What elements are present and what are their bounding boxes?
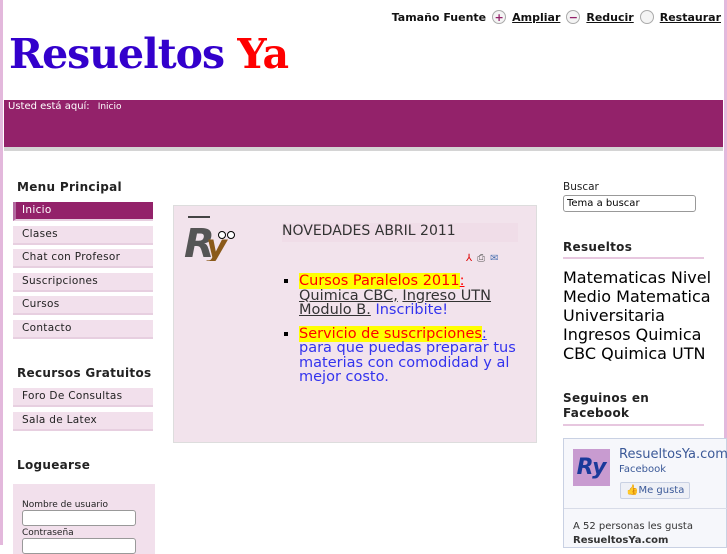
link-ingresos[interactable]: Ingresos bbox=[563, 325, 631, 344]
reset-icon[interactable] bbox=[639, 10, 654, 24]
article-actions: ⅄ ⎙ ✉ bbox=[466, 253, 499, 264]
fb-like-count: A 52 personas les gusta bbox=[573, 521, 693, 532]
menu-item-inicio[interactable]: Inicio bbox=[13, 202, 153, 221]
heading: Seguinos en Facebook bbox=[563, 391, 704, 426]
username-label: Nombre de usuario bbox=[22, 500, 109, 510]
main-menu: Inicio Clases Chat con Profesor Suscripc… bbox=[13, 202, 153, 344]
breadcrumb-current: Inicio bbox=[97, 102, 122, 112]
username-input[interactable] bbox=[22, 510, 136, 526]
plus-icon[interactable]: + bbox=[492, 10, 507, 24]
thumbs-up-icon: 👍 bbox=[626, 485, 639, 496]
link-quimica-utn[interactable]: Quimica UTN bbox=[601, 344, 705, 363]
menu-item-clases[interactable]: Clases bbox=[13, 225, 153, 245]
pdf-icon[interactable]: ⅄ bbox=[466, 253, 472, 264]
password-input[interactable] bbox=[22, 538, 136, 554]
facebook-title: Seguinos en Facebook bbox=[563, 391, 704, 426]
logo-part1: Resueltos bbox=[9, 30, 225, 78]
menu-item-suscripciones[interactable]: Suscripciones bbox=[13, 272, 153, 292]
search-label: Buscar bbox=[563, 181, 599, 193]
password-label: Contraseña bbox=[22, 528, 74, 538]
heading: Resueltos bbox=[563, 240, 704, 259]
fb-subtitle: Facebook bbox=[619, 464, 666, 475]
like-label: Me gusta bbox=[638, 485, 685, 496]
reset-link[interactable]: Restaurar bbox=[660, 11, 721, 24]
article-title: NOVEDADES ABRIL 2011 bbox=[282, 223, 518, 242]
fb-like-button[interactable]: 👍Me gusta bbox=[620, 482, 691, 499]
search-input[interactable] bbox=[563, 195, 696, 212]
breadcrumb-label: Usted está aquí: bbox=[8, 101, 90, 112]
news-list: Cursos Paralelos 2011: Quimica CBC, Ingr… bbox=[299, 273, 524, 394]
list-item: Servicio de suscripciones:para que pueda… bbox=[299, 325, 524, 385]
minus-icon[interactable]: − bbox=[566, 10, 581, 24]
heading: Menu Principal bbox=[17, 180, 122, 194]
description: para que puedas preparar tus materias co… bbox=[299, 340, 516, 385]
fb-page-logo[interactable]: Ry bbox=[573, 449, 610, 486]
cta[interactable]: Inscribite! bbox=[375, 302, 448, 318]
main-menu-title: Menu Principal bbox=[17, 180, 122, 194]
article: Ry NOVEDADES ABRIL 2011 ⅄ ⎙ ✉ Cursos Par… bbox=[173, 205, 537, 443]
breadcrumb: Usted está aquí: Inicio bbox=[4, 100, 723, 151]
login-form: Nombre de usuario Contraseña bbox=[13, 484, 155, 554]
resueltos-links: Matematicas Nivel Medio Matematica Unive… bbox=[563, 268, 727, 363]
menu-item-cursos[interactable]: Cursos bbox=[13, 296, 153, 316]
resources-menu: Foro De Consultas Sala de Latex bbox=[13, 388, 153, 435]
font-size-bar: Tamaño Fuente + Ampliar − Reducir Restaura… bbox=[392, 10, 721, 24]
fb-page-name[interactable]: ResueltosYa.com bbox=[619, 447, 727, 462]
print-icon[interactable]: ⎙ bbox=[477, 253, 485, 264]
menu-item-chat[interactable]: Chat con Profesor bbox=[13, 249, 153, 269]
font-size-label: Tamaño Fuente bbox=[391, 10, 487, 24]
heading: Loguearse bbox=[17, 458, 91, 472]
menu-item-latex[interactable]: Sala de Latex bbox=[13, 411, 153, 431]
fb-page-bold[interactable]: ResueltosYa.com bbox=[573, 535, 668, 546]
resueltos-title: Resueltos bbox=[563, 240, 704, 259]
resources-title: Recursos Gratuitos bbox=[17, 366, 151, 380]
enlarge-link[interactable]: Ampliar bbox=[512, 11, 560, 24]
reduce-link[interactable]: Reducir bbox=[586, 11, 633, 24]
ry-logo: Ry bbox=[182, 211, 237, 267]
login-title: Loguearse bbox=[17, 458, 90, 472]
logo-part2: Ya bbox=[237, 30, 289, 78]
list-item: Cursos Paralelos 2011: Quimica CBC, Ingr… bbox=[299, 273, 524, 318]
email-icon[interactable]: ✉ bbox=[490, 253, 498, 264]
facebook-widget: Ry ResueltosYa.com Facebook 👍Me gusta A … bbox=[563, 438, 727, 548]
menu-item-contacto[interactable]: Contacto bbox=[13, 319, 153, 339]
heading: Recursos Gratuitos bbox=[17, 366, 152, 380]
menu-item-foro[interactable]: Foro De Consultas bbox=[13, 388, 153, 407]
site-logo[interactable]: Resueltos Ya bbox=[9, 30, 289, 78]
